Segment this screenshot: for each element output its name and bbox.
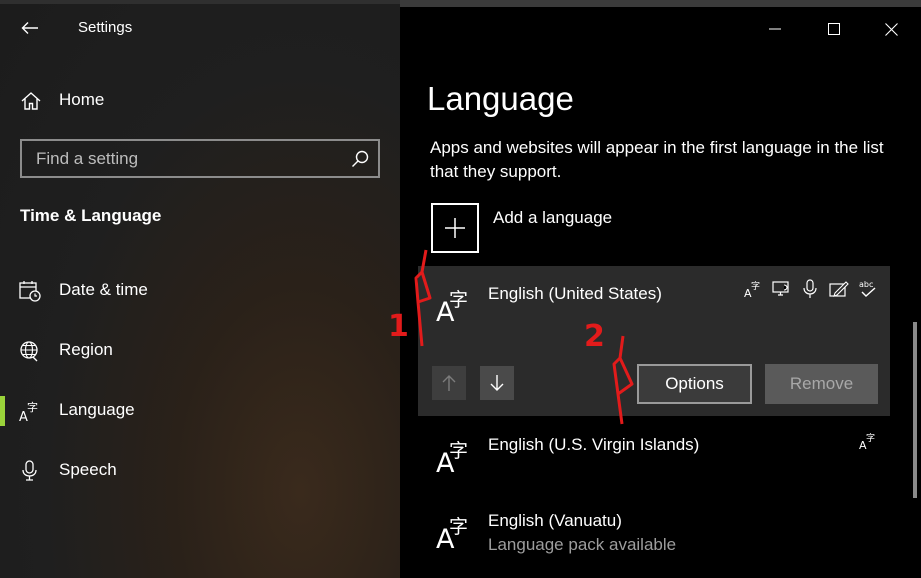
language-glyph-icon: A字: [436, 440, 469, 479]
app-title: Settings: [78, 19, 133, 36]
text-to-speech-icon: [771, 278, 793, 300]
arrow-down-icon: [490, 375, 504, 391]
annotation-number: 2: [584, 319, 605, 354]
options-button[interactable]: Options: [637, 364, 752, 404]
content-pane: Language Apps and websites will appear i…: [400, 0, 921, 578]
handwriting-icon: [828, 278, 850, 300]
arrow-up-icon: [442, 375, 456, 391]
close-icon: [884, 22, 898, 36]
display-language-icon: A 字: [743, 278, 765, 300]
scrollbar[interactable]: [913, 322, 917, 498]
plus-icon: [445, 218, 465, 238]
add-language-label[interactable]: Add a language: [493, 208, 612, 228]
move-down-button[interactable]: [480, 366, 514, 400]
desktop-strip: [0, 0, 400, 4]
nav-home[interactable]: Home: [0, 82, 400, 118]
maximize-icon: [828, 23, 840, 35]
language-glyph-icon: A字: [436, 289, 469, 328]
sidebar-item-language[interactable]: A 字 Language: [0, 390, 400, 430]
search-box[interactable]: [20, 139, 380, 178]
sidebar-item-label: Language: [59, 400, 135, 419]
language-glyph-icon: A字: [436, 516, 469, 555]
move-up-button[interactable]: [432, 366, 466, 400]
annotation-arrow: [414, 249, 432, 347]
globe-icon: [20, 341, 38, 362]
page-title: Language: [427, 80, 574, 117]
add-language-button[interactable]: [431, 203, 479, 253]
sidebar-item-date-time[interactable]: Date & time: [0, 270, 400, 310]
svg-text:abc: abc: [859, 280, 873, 289]
display-language-icon: A 字: [858, 430, 880, 452]
speech-recognition-icon: [799, 278, 821, 300]
microphone-icon: [22, 460, 37, 481]
maximize-button[interactable]: [821, 16, 847, 42]
page-description: Apps and websites will appear in the fir…: [430, 138, 884, 181]
active-indicator: [0, 396, 5, 426]
language-name[interactable]: English (U.S. Virgin Islands): [488, 435, 699, 455]
spell-check-icon: abc: [857, 278, 879, 300]
desktop-strip: [400, 0, 921, 7]
language-status: Language pack available: [488, 535, 677, 554]
minimize-icon: [769, 28, 781, 30]
back-button[interactable]: [14, 14, 46, 42]
language-name[interactable]: English (Vanuatu): [488, 511, 622, 531]
close-button[interactable]: [878, 16, 904, 42]
minimize-button[interactable]: [762, 16, 788, 42]
sidebar-item-label: Date & time: [59, 280, 148, 299]
svg-text:字: 字: [751, 280, 760, 292]
sidebar-item-label: Speech: [59, 460, 117, 479]
section-title: Time & Language: [20, 206, 162, 225]
sidebar-item-region[interactable]: Region: [0, 330, 400, 370]
svg-text:字: 字: [27, 400, 38, 414]
sidebar-item-speech[interactable]: Speech: [0, 450, 400, 490]
nav-home-label: Home: [59, 90, 105, 109]
back-arrow-icon: [21, 22, 38, 34]
language-name: English (United States): [488, 284, 662, 303]
svg-text:字: 字: [866, 432, 875, 444]
navigation-pane: Settings Home Time & Language Date & tim…: [0, 0, 400, 578]
sidebar-item-label: Region: [59, 340, 113, 359]
search-input[interactable]: [22, 141, 342, 176]
annotation-arrow: [612, 335, 634, 425]
home-icon: [21, 92, 41, 110]
language-icon: A 字: [19, 400, 38, 423]
calendar-clock-icon: [19, 281, 41, 302]
annotation-number: 1: [388, 309, 409, 344]
remove-button[interactable]: Remove: [765, 364, 878, 404]
search-icon[interactable]: [350, 149, 370, 169]
